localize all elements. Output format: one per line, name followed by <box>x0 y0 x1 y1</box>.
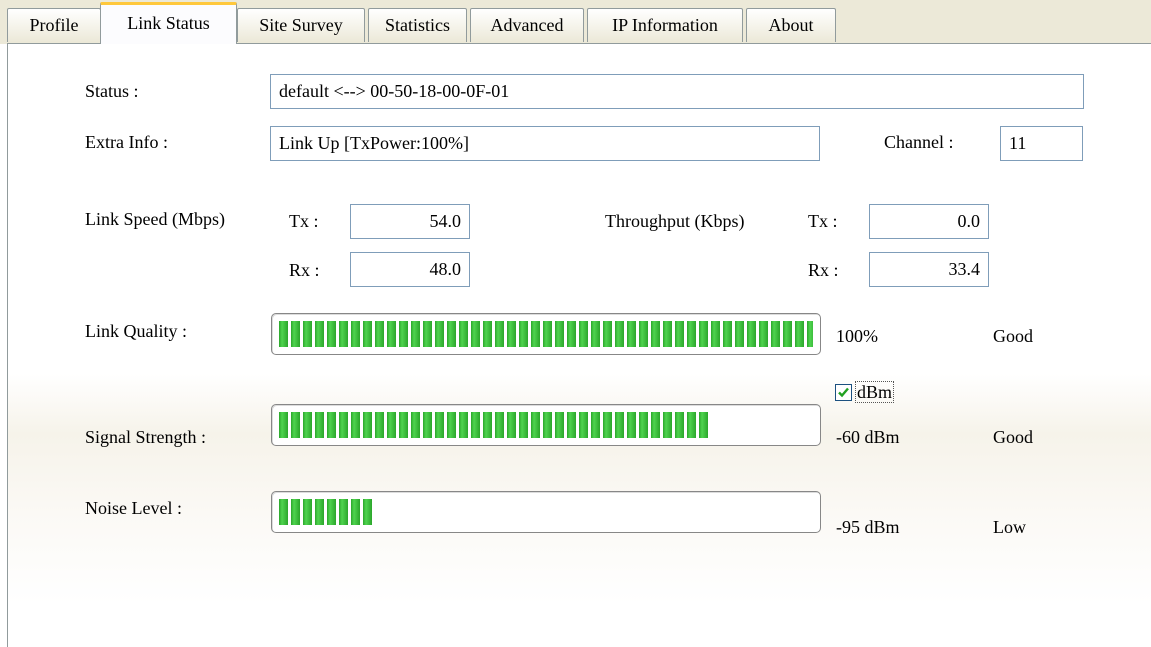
status-label: Status : <box>85 81 139 101</box>
tab-ip-information[interactable]: IP Information <box>587 8 743 42</box>
signal-strength-rating: Good <box>993 427 1033 447</box>
dbm-checkbox-label[interactable]: dBm <box>855 381 895 403</box>
link-quality-rating: Good <box>993 326 1033 346</box>
signal-strength-value: -60 dBm <box>836 427 900 447</box>
throughput-rx-label: Rx : <box>808 260 839 280</box>
throughput-label: Throughput (Kbps) <box>605 211 745 231</box>
signal-strength-bar <box>271 404 821 446</box>
signal-strength-bar-fill <box>279 412 708 438</box>
extra-info-field: Link Up [TxPower:100%] <box>270 126 820 161</box>
link-speed-rx-label: Rx : <box>289 260 320 280</box>
link-speed-tx-field: 54.0 <box>350 204 470 239</box>
signal-strength-label: Signal Strength : <box>85 427 206 447</box>
noise-level-rating: Low <box>993 517 1026 537</box>
throughput-tx-label: Tx : <box>808 211 838 231</box>
channel-label: Channel : <box>884 132 954 152</box>
dbm-checkbox[interactable] <box>835 384 852 401</box>
link-quality-bar-fill <box>279 321 813 347</box>
noise-level-bar-fill <box>279 499 372 525</box>
tab-strip: Profile Link Status Site Survey Statisti… <box>0 0 1151 44</box>
tab-link-status[interactable]: Link Status <box>100 2 237 44</box>
throughput-tx-field: 0.0 <box>869 204 989 239</box>
tab-statistics[interactable]: Statistics <box>368 8 467 42</box>
tab-site-survey[interactable]: Site Survey <box>237 8 365 42</box>
tab-profile[interactable]: Profile <box>7 8 101 42</box>
extra-info-label: Extra Info : <box>85 132 168 152</box>
tab-about[interactable]: About <box>746 8 836 42</box>
link-quality-value: 100% <box>836 326 878 346</box>
link-quality-bar <box>271 313 821 355</box>
noise-level-bar <box>271 491 821 533</box>
channel-field: 11 <box>1000 126 1083 161</box>
link-speed-label: Link Speed (Mbps) <box>85 209 225 229</box>
link-quality-label: Link Quality : <box>85 321 187 341</box>
tab-advanced[interactable]: Advanced <box>470 8 584 42</box>
noise-level-label: Noise Level : <box>85 498 182 518</box>
checkmark-icon <box>838 387 849 398</box>
status-field: default <--> 00-50-18-00-0F-01 <box>270 74 1084 109</box>
link-speed-tx-label: Tx : <box>289 211 319 231</box>
link-speed-rx-field: 48.0 <box>350 252 470 287</box>
throughput-rx-field: 33.4 <box>869 252 989 287</box>
noise-level-value: -95 dBm <box>836 517 900 537</box>
